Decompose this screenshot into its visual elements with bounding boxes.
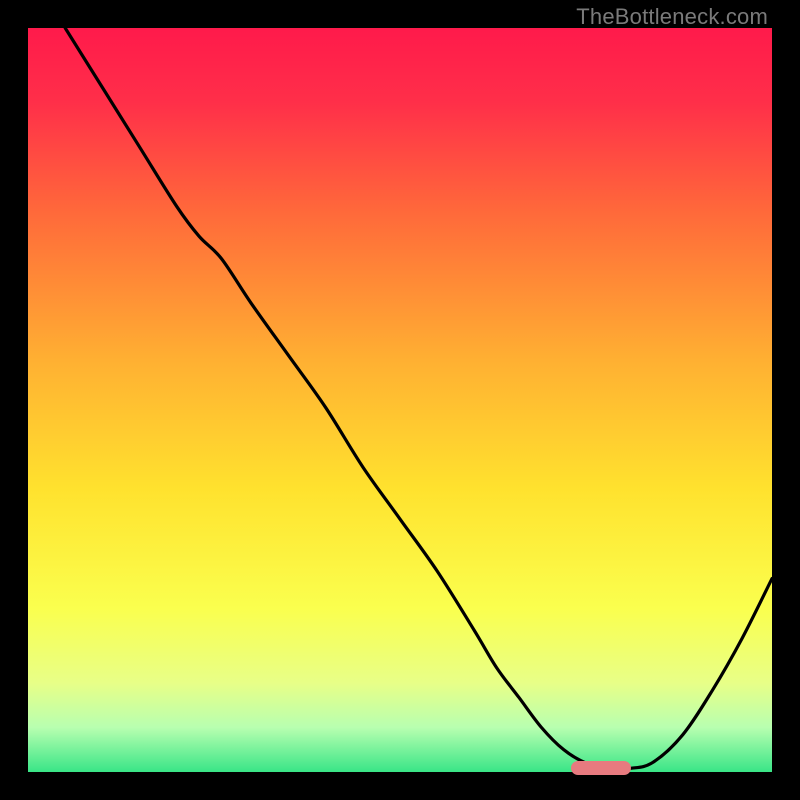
optimal-range-marker [571,761,631,775]
bottleneck-chart [28,28,772,772]
chart-frame [28,28,772,772]
watermark-text: TheBottleneck.com [576,4,768,30]
gradient-background [28,28,772,772]
